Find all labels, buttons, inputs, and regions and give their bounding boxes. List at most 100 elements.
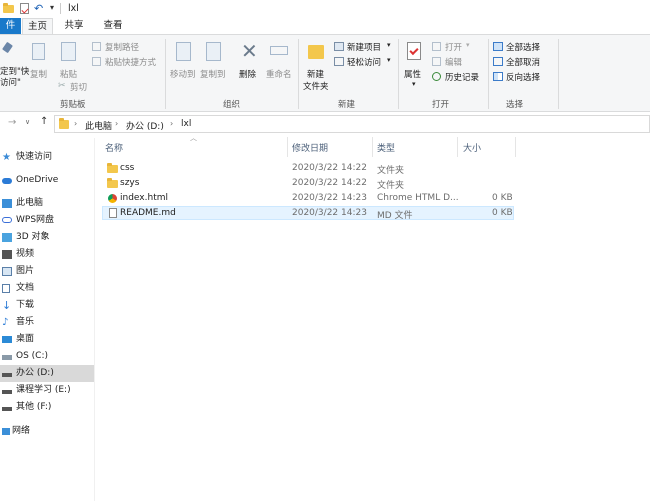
pin-icon: [2, 41, 13, 57]
copy-path-button[interactable]: 复制路径: [92, 41, 152, 53]
file-type: 文件夹: [377, 181, 405, 191]
music-icon: ♪: [2, 317, 9, 328]
ribbon-tabs: 件 主页 共享 查看: [0, 18, 650, 34]
undo-icon[interactable]: ↶: [34, 2, 43, 15]
open-button[interactable]: 打开 ▾: [432, 41, 478, 53]
nav-item-desktop[interactable]: 桌面: [0, 331, 94, 348]
nav-item-videos[interactable]: 视频: [0, 246, 94, 263]
easy-access-button[interactable]: 轻松访问 ▾: [334, 56, 398, 68]
select-all-button[interactable]: 全部选择: [493, 41, 553, 53]
group-separator: [488, 39, 489, 109]
file-row-readme-md[interactable]: README.md 2020/3/22 14:23 MD 文件 0 KB: [102, 206, 514, 221]
nav-item-pictures[interactable]: 图片: [0, 263, 94, 280]
nav-item-drive-d[interactable]: 办公 (D:): [0, 365, 94, 382]
file-row-szys[interactable]: szys 2020/3/22 14:22 文件夹: [102, 177, 514, 191]
copy-to-button[interactable]: 复制到: [200, 40, 228, 84]
column-divider[interactable]: [287, 137, 288, 157]
column-divider[interactable]: [372, 137, 373, 157]
edit-button[interactable]: 编辑: [432, 56, 478, 68]
properties-button[interactable]: 属性 ▾: [402, 40, 428, 90]
nav-item-music[interactable]: ♪ 音乐: [0, 314, 94, 331]
file-icon: [109, 208, 117, 218]
drive-icon: [2, 407, 12, 411]
file-date: 2020/3/22 14:23: [292, 208, 367, 218]
column-header-name[interactable]: 名称: [105, 141, 123, 155]
chrome-icon: [108, 194, 117, 203]
cut-button[interactable]: ✂ 剪切: [58, 81, 90, 93]
file-row-css[interactable]: css 2020/3/22 14:22 文件夹: [102, 162, 514, 176]
pin-to-quick-access-button[interactable]: 定到"快 访问": [0, 65, 29, 93]
nav-item-quick-access[interactable]: ★ 快速访问: [0, 149, 94, 166]
cube-icon: [2, 233, 12, 242]
nav-item-downloads[interactable]: ↓ 下载: [0, 297, 94, 314]
nav-item-3d-objects[interactable]: 3D 对象: [0, 229, 94, 246]
forward-icon[interactable]: →: [8, 117, 16, 128]
rename-button[interactable]: 重命名: [266, 40, 294, 84]
nav-item-network[interactable]: 网络: [0, 423, 94, 440]
group-separator: [398, 39, 399, 109]
copy-path-icon: [92, 42, 101, 51]
select-none-button[interactable]: 全部取消: [493, 56, 553, 68]
tab-view[interactable]: 查看: [95, 18, 131, 34]
file-name: szys: [120, 178, 140, 188]
delete-icon: ✕: [241, 39, 258, 63]
chevron-right-icon: ›: [170, 119, 174, 128]
ribbon: 定到"快 访问" 复制 粘贴 ✂ 剪切 复制路径 粘贴快捷方式 剪贴板 移动到 …: [0, 34, 650, 112]
column-header-type[interactable]: 类型: [377, 141, 395, 155]
paste-button[interactable]: 粘贴: [58, 40, 82, 80]
file-date: 2020/3/22 14:23: [292, 193, 367, 203]
nav-item-drive-f[interactable]: 其他 (F:): [0, 399, 94, 416]
folder-icon: [3, 3, 14, 16]
nav-item-this-pc[interactable]: 此电脑: [0, 195, 94, 212]
group-label-new: 新建: [338, 100, 356, 110]
nav-item-documents[interactable]: 文档: [0, 280, 94, 297]
nav-item-drive-e[interactable]: 课程学习 (E:): [0, 382, 94, 399]
properties-quick-icon[interactable]: [20, 3, 29, 14]
move-to-button[interactable]: 移动到: [170, 40, 198, 84]
address-bar[interactable]: › 此电脑 › 办公 (D:) › lxl: [54, 115, 650, 133]
history-button[interactable]: 历史记录: [432, 71, 488, 83]
picture-icon: [2, 267, 12, 276]
tab-share[interactable]: 共享: [57, 18, 91, 34]
nav-item-onedrive[interactable]: OneDrive: [0, 172, 94, 189]
document-icon: [2, 284, 10, 293]
nav-item-drive-c[interactable]: OS (C:): [0, 348, 94, 365]
breadcrumb-lxl[interactable]: lxl: [181, 119, 191, 129]
edit-icon: [432, 57, 441, 66]
column-header-date[interactable]: 修改日期: [292, 141, 328, 155]
select-none-icon: [493, 57, 503, 66]
column-divider[interactable]: [515, 137, 516, 157]
customize-quick-access-icon[interactable]: ▾: [50, 3, 54, 12]
desktop-icon: [2, 336, 12, 343]
drive-icon: [2, 355, 12, 360]
file-size: 0 KB: [492, 208, 513, 218]
breadcrumb-drive-d[interactable]: 办公 (D:): [126, 119, 164, 132]
cloud-icon: [2, 178, 12, 184]
up-icon[interactable]: ↑: [40, 116, 48, 127]
file-row-index-html[interactable]: index.html 2020/3/22 14:23 Chrome HTML D…: [102, 192, 514, 206]
wps-cloud-icon: [2, 217, 12, 223]
open-icon: [432, 42, 441, 51]
column-header-size[interactable]: 大小: [463, 141, 481, 155]
column-divider[interactable]: [457, 137, 458, 157]
folder-icon: [107, 163, 118, 176]
chevron-down-icon[interactable]: ∨: [25, 118, 30, 126]
group-separator: [165, 39, 166, 109]
delete-button[interactable]: ✕ 删除: [237, 40, 261, 84]
new-folder-button[interactable]: 新建 文件夹: [303, 40, 331, 92]
new-item-icon: [334, 42, 344, 51]
navigation-pane: ★ 快速访问 OneDrive 此电脑 WPS网盘 3D 对象 视频 图片 文档…: [0, 138, 95, 501]
group-label-organize: 组织: [223, 100, 241, 110]
paste-shortcut-button[interactable]: 粘贴快捷方式: [92, 56, 162, 68]
tab-home[interactable]: 主页: [22, 18, 53, 34]
invert-selection-button[interactable]: 反向选择: [493, 71, 553, 83]
drive-icon: [2, 373, 12, 377]
file-size: 0 KB: [492, 193, 513, 203]
nav-item-wps-cloud[interactable]: WPS网盘: [0, 212, 94, 229]
copy-button[interactable]: 复制: [28, 40, 50, 80]
tab-file[interactable]: 件: [0, 18, 21, 34]
group-separator: [558, 39, 559, 109]
chevron-right-icon: ›: [74, 119, 78, 128]
new-item-button[interactable]: 新建项目 ▾: [334, 41, 398, 53]
breadcrumb-this-pc[interactable]: 此电脑: [85, 119, 112, 132]
